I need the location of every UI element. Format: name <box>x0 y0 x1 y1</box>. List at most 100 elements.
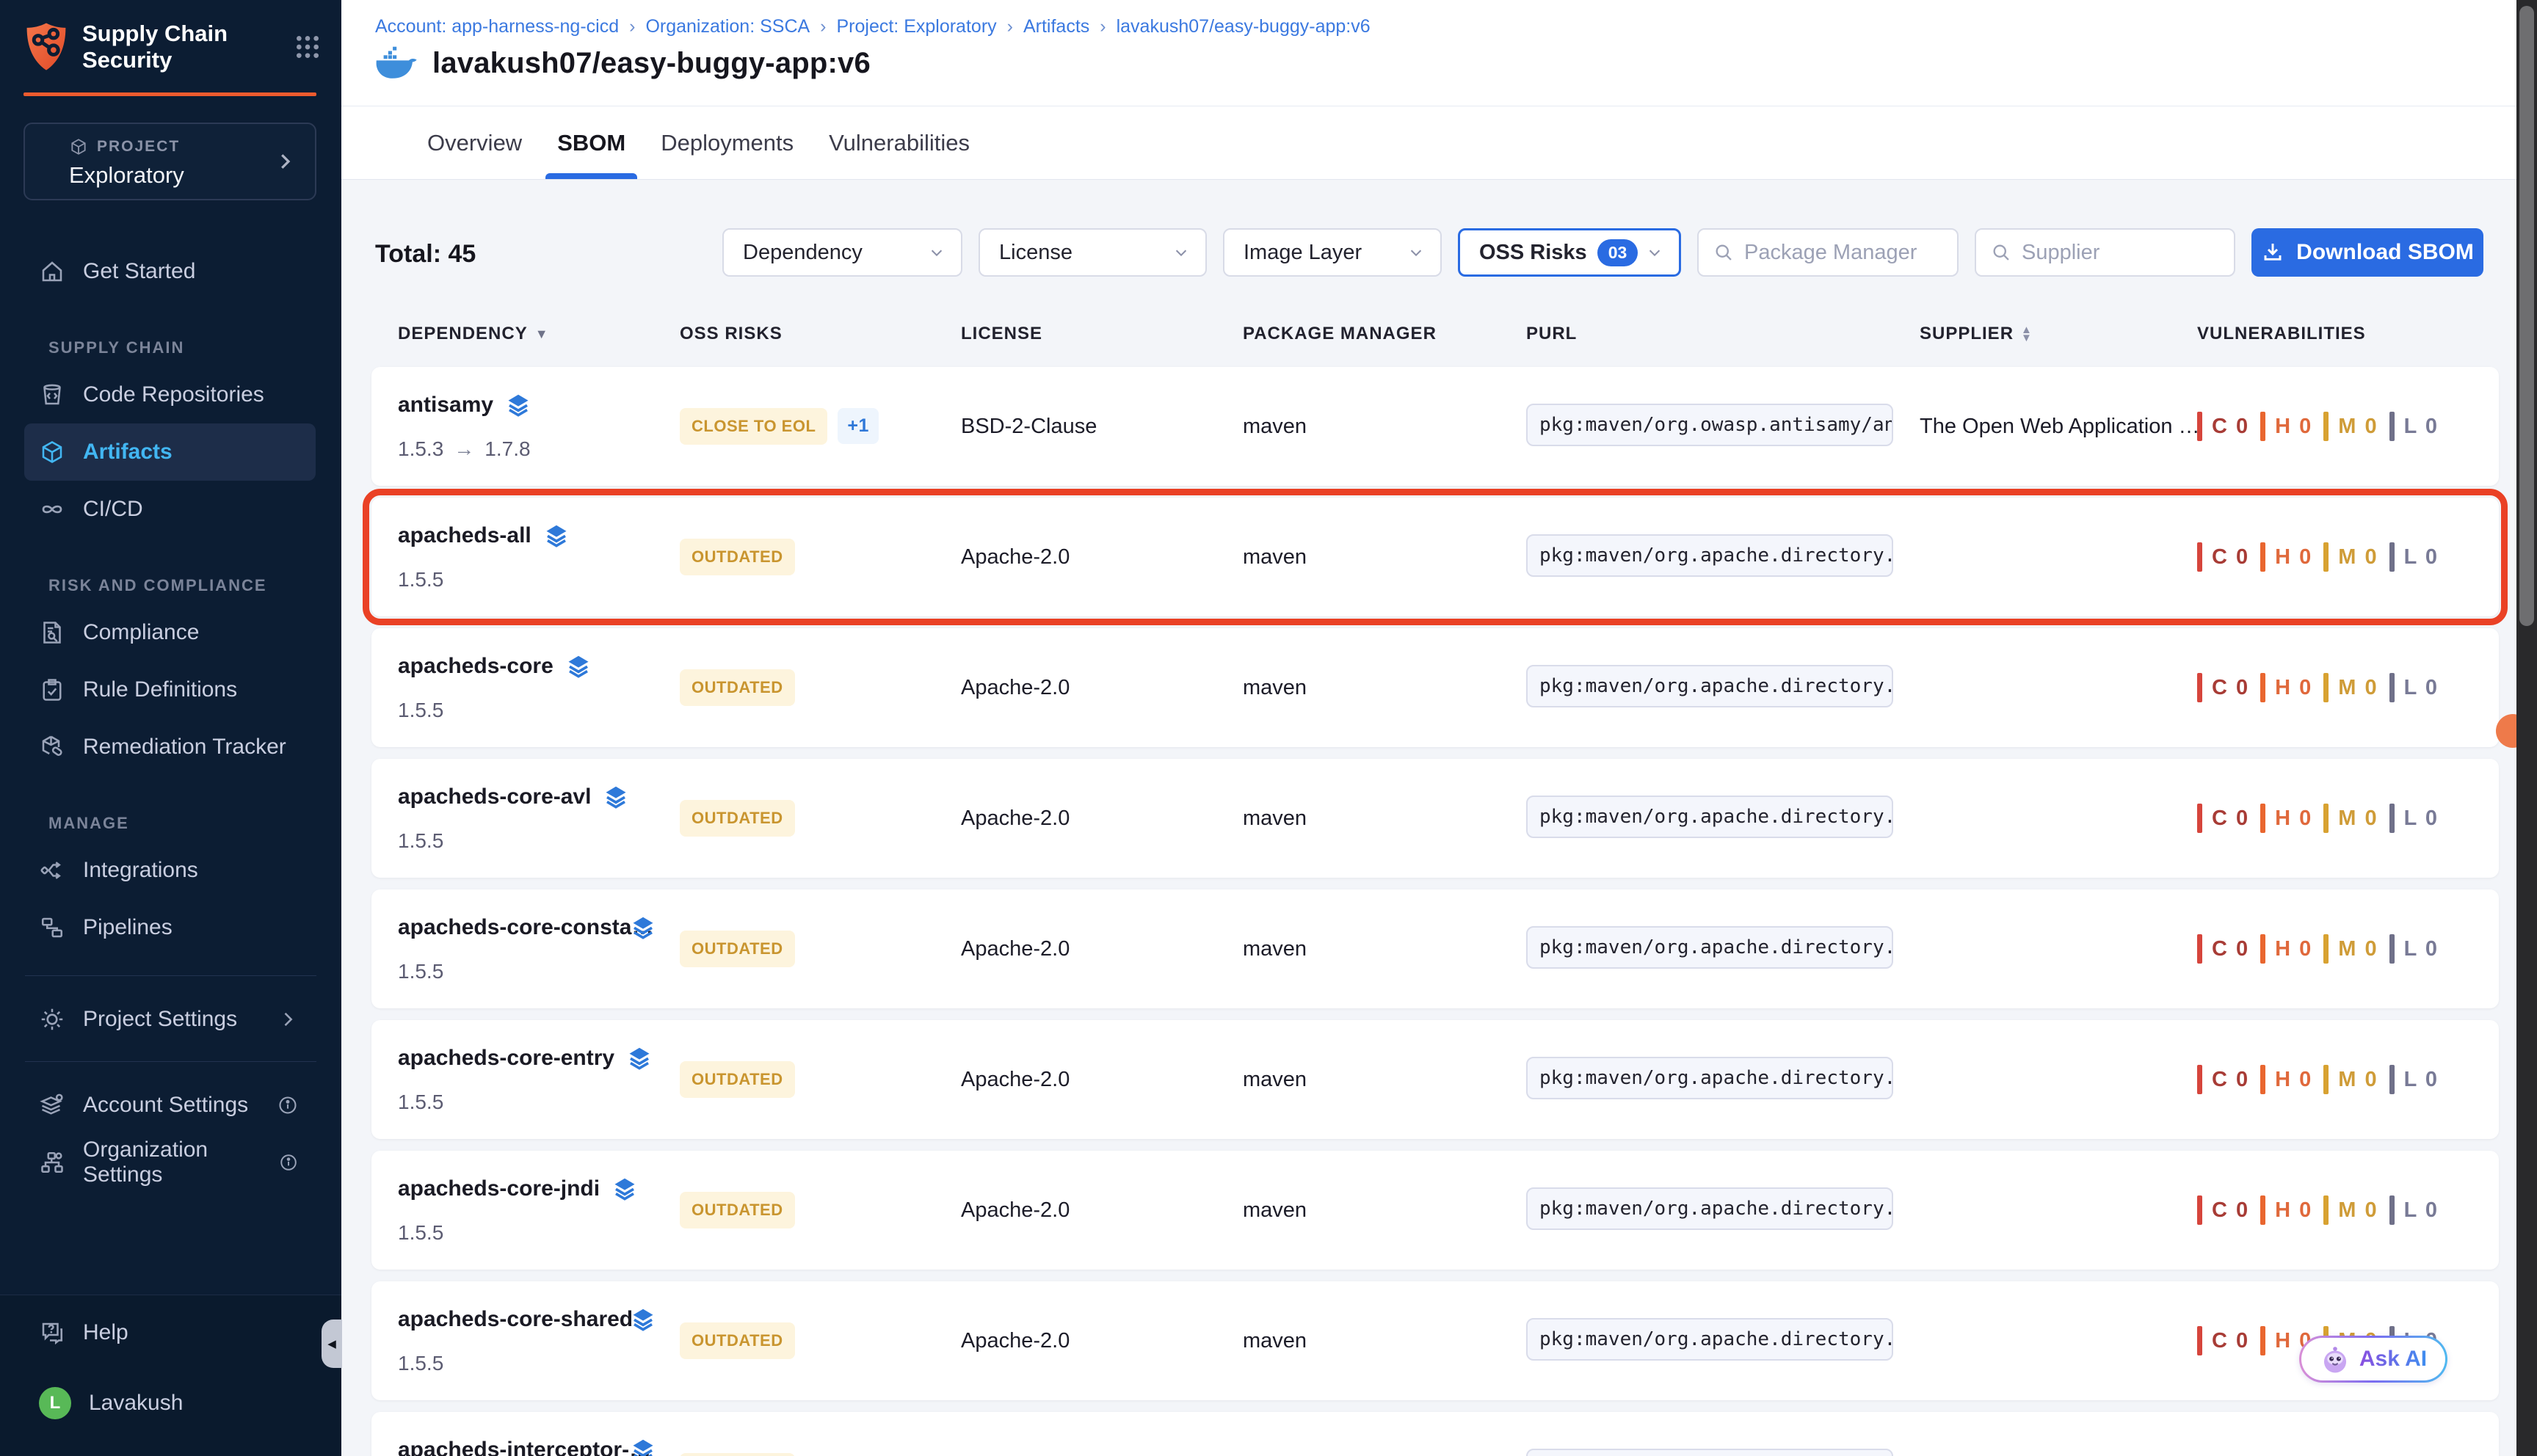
ask-ai-button[interactable]: Ask AI <box>2299 1336 2447 1383</box>
package-manager-search[interactable] <box>1697 228 1959 277</box>
license-filter-dropdown[interactable]: License <box>979 228 1207 277</box>
package-manager-cell: maven <box>1243 415 1526 439</box>
column-header-supplier[interactable]: SUPPLIER▲▼ <box>1920 324 2197 344</box>
column-header-purl[interactable]: PURL <box>1526 324 1920 344</box>
sidebar-item-get-started[interactable]: Get Started <box>24 243 316 300</box>
module-grid-icon[interactable] <box>293 32 322 62</box>
table-row[interactable]: apacheds-core-avl 1.5.5 OUTDATED Apache-… <box>371 759 2499 878</box>
oss-risks-filter-dropdown[interactable]: OSS Risks 03 <box>1458 228 1681 277</box>
purl-pill[interactable]: pkg:maven/org.apache.directory.s… <box>1526 926 1893 969</box>
breadcrumb-separator: › <box>629 16 635 37</box>
license-cell: Apache-2.0 <box>961 1198 1243 1223</box>
purl-cell: pkg:maven/org.apache.directory.s… <box>1526 1057 1920 1103</box>
home-icon <box>39 258 65 285</box>
severity-bar <box>2323 1195 2329 1225</box>
table-row[interactable]: apacheds-core-entry 1.5.5 OUTDATED Apach… <box>371 1020 2499 1139</box>
severity-bar <box>2389 1065 2395 1094</box>
medium-count: M 0 <box>2323 412 2378 441</box>
breadcrumb-link[interactable]: Artifacts <box>1023 16 1089 37</box>
dependency-cell: antisamy 1.5.3 → 1.7.8 <box>398 367 680 461</box>
breadcrumb-link[interactable]: Organization: SSCA <box>645 16 810 37</box>
column-header-dependency[interactable]: DEPENDENCY▼ <box>398 324 680 344</box>
sidebar-item-account-settings[interactable]: Account Settings <box>24 1077 316 1134</box>
high-count: H 0 <box>2260 673 2312 702</box>
oss-risk-badge: OUTDATED <box>680 1061 795 1098</box>
chevron-right-icon <box>274 150 296 172</box>
info-icon[interactable] <box>279 1152 298 1173</box>
image-layer-filter-dropdown[interactable]: Image Layer <box>1223 228 1442 277</box>
layers-icon <box>565 653 592 680</box>
table-row[interactable]: apacheds-core 1.5.5 OUTDATED Apache-2.0 … <box>371 628 2499 747</box>
tab-deployments[interactable]: Deployments <box>661 106 794 179</box>
oss-risk-more-badge[interactable]: +1 <box>838 408 879 444</box>
main-area: Account: app-harness-ng-cicd › Organizatio… <box>341 0 2537 1456</box>
dependency-version: 1.5.5 <box>398 1091 680 1114</box>
package-manager-cell: maven <box>1243 1068 1526 1092</box>
dependency-cell: apacheds-core-shared 1.5.5 <box>398 1281 680 1375</box>
severity-bar <box>2197 1195 2202 1225</box>
sidebar-item-compliance[interactable]: Compliance <box>24 604 316 661</box>
purl-pill[interactable]: pkg:maven/org.apache.directory.s… <box>1526 1449 1893 1456</box>
low-count: L 0 <box>2389 1065 2439 1094</box>
supplier-search-input[interactable] <box>2022 241 2219 265</box>
project-selector[interactable]: PROJECT Exploratory <box>23 123 316 200</box>
dependency-cell: apacheds-interceptor-… 1.5.5 <box>398 1412 680 1456</box>
severity-bar <box>2323 1065 2329 1094</box>
table-row[interactable]: apacheds-core-consta… 1.5.5 OUTDATED Apa… <box>371 889 2499 1008</box>
column-header-license[interactable]: LICENSE <box>961 324 1243 344</box>
purl-pill[interactable]: pkg:maven/org.apache.directory.s… <box>1526 1187 1893 1230</box>
info-icon[interactable] <box>277 1095 298 1115</box>
dependency-name: apacheds-core <box>398 654 554 679</box>
sidebar-item-organization-settings[interactable]: Organization Settings <box>24 1134 316 1191</box>
purl-pill[interactable]: pkg:maven/org.owasp.antisamy/ant… <box>1526 404 1893 446</box>
column-header-oss-risks[interactable]: OSS RISKS <box>680 324 961 344</box>
breadcrumb-link[interactable]: Account: app-harness-ng-cicd <box>375 16 619 37</box>
project-cube-icon <box>69 137 88 156</box>
table-row[interactable]: apacheds-core-jndi 1.5.5 OUTDATED Apache… <box>371 1151 2499 1270</box>
column-header-vulnerabilities[interactable]: VULNERABILITIES <box>2197 324 2499 344</box>
sidebar-item-project-settings[interactable]: Project Settings <box>24 991 316 1048</box>
purl-pill[interactable]: pkg:maven/org.apache.directory.s… <box>1526 665 1893 707</box>
table-row-highlighted[interactable]: apacheds-all 1.5.5 OUTDATED Apache-2.0 m… <box>371 498 2499 616</box>
purl-pill[interactable]: pkg:maven/org.apache.directory.s… <box>1526 534 1893 577</box>
purl-cell: pkg:maven/org.apache.directory.s… <box>1526 926 1920 972</box>
tab-sbom[interactable]: SBOM <box>557 106 625 179</box>
sidebar-item-artifacts[interactable]: Artifacts <box>24 423 316 481</box>
high-count: H 0 <box>2260 934 2312 964</box>
chevron-down-icon <box>1408 244 1424 261</box>
table-row[interactable]: antisamy 1.5.3 → 1.7.8 CLOSE TO EOL+1 BS… <box>371 367 2499 486</box>
sidebar-item-remediation-tracker[interactable]: Remediation Tracker <box>24 718 316 776</box>
sidebar-item-integrations[interactable]: Integrations <box>24 842 316 899</box>
sidebar-item-cicd[interactable]: CI/CD <box>24 481 316 538</box>
breadcrumb-separator: › <box>1100 16 1106 37</box>
package-manager-cell: maven <box>1243 807 1526 831</box>
sidebar-item-code-repositories[interactable]: Code Repositories <box>24 366 316 423</box>
low-count: L 0 <box>2389 673 2439 702</box>
purl-pill[interactable]: pkg:maven/org.apache.directory.s… <box>1526 1318 1893 1361</box>
purl-pill[interactable]: pkg:maven/org.apache.directory.s… <box>1526 796 1893 838</box>
breadcrumb-link[interactable]: Project: Exploratory <box>837 16 997 37</box>
table-row[interactable]: apacheds-core-shared 1.5.5 OUTDATED Apac… <box>371 1281 2499 1400</box>
sidebar-collapse-handle[interactable]: ◀ <box>322 1320 342 1368</box>
scrollbar-thumb[interactable] <box>2519 6 2534 626</box>
severity-bar <box>2260 412 2265 441</box>
low-count: L 0 <box>2389 934 2439 964</box>
sidebar-item-help[interactable]: Help <box>24 1307 316 1358</box>
download-sbom-button[interactable]: Download SBOM <box>2251 228 2483 277</box>
dependency-filter-dropdown[interactable]: Dependency <box>722 228 962 277</box>
breadcrumb-link[interactable]: lavakush07/easy-buggy-app:v6 <box>1117 16 1371 37</box>
column-header-package-manager[interactable]: PACKAGE MANAGER <box>1243 324 1526 344</box>
supplier-search[interactable] <box>1975 228 2235 277</box>
user-menu[interactable]: L Lavakush <box>24 1377 316 1429</box>
package-manager-search-input[interactable] <box>1744 241 1942 265</box>
dependency-version: 1.5.5 <box>398 1221 680 1245</box>
sidebar-item-pipelines[interactable]: Pipelines <box>24 899 316 956</box>
purl-pill[interactable]: pkg:maven/org.apache.directory.s… <box>1526 1057 1893 1099</box>
sidebar-item-rule-definitions[interactable]: Rule Definitions <box>24 661 316 718</box>
table-row[interactable]: apacheds-interceptor-… 1.5.5 OUTDATED Ap… <box>371 1412 2499 1456</box>
tab-overview[interactable]: Overview <box>427 106 522 179</box>
severity-bar <box>2389 412 2395 441</box>
tab-vulnerabilities[interactable]: Vulnerabilities <box>829 106 970 179</box>
severity-bar <box>2389 804 2395 833</box>
page-scrollbar[interactable] <box>2516 0 2537 1456</box>
